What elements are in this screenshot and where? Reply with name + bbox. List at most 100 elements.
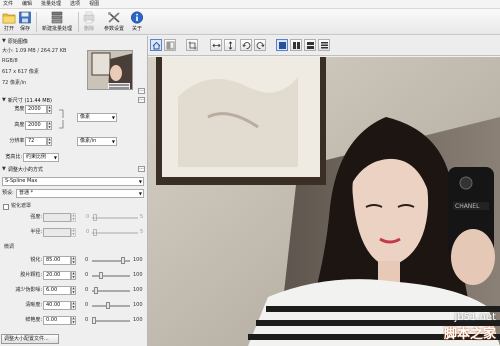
new-size-more-button[interactable]: ... <box>138 97 145 103</box>
fine-tune-slider-thumb[interactable] <box>120 257 125 264</box>
info-icon <box>130 11 144 24</box>
fine-tune-row: 鲜艳度: 0.00 ▲ ▼ 0 100 <box>0 315 147 326</box>
settings-button[interactable]: 参数设置 <box>100 10 128 34</box>
chevron-down-icon: ▼ <box>138 179 142 184</box>
watermark-site: 脚本之家 <box>443 327 496 342</box>
fine-tune-slider-thumb[interactable] <box>92 317 96 324</box>
fine-tune-max: 100 <box>133 287 143 293</box>
save-button[interactable]: 保存 <box>18 10 32 34</box>
radius-input[interactable] <box>43 228 71 237</box>
fine-tune-input[interactable]: 20.00 <box>43 271 71 280</box>
fine-tune-max: 100 <box>133 272 143 278</box>
fine-tune-label: 胶片颗粒: <box>20 272 42 278</box>
height-input[interactable]: 2000 <box>25 121 47 130</box>
fine-tune-spinner[interactable]: ▲ ▼ <box>71 301 76 310</box>
about-button[interactable]: 关于 <box>130 10 144 34</box>
fine-tune-slider-track[interactable] <box>92 320 130 322</box>
strength-slider-thumb[interactable] <box>93 214 97 221</box>
height-spinner[interactable]: ▲ ▼ <box>47 121 52 130</box>
side-by-side-button[interactable] <box>290 39 302 51</box>
fine-tune-row: 锐化: 85.00 ▲ ▼ 0 100 <box>0 255 147 266</box>
preset-label: 预设: <box>2 190 14 196</box>
menu-batch[interactable]: 批量处理 <box>41 0 61 9</box>
compare-view-button[interactable] <box>164 39 176 51</box>
aspect-value: 约束比例 <box>26 154 47 160</box>
original-image-title: 原始图像 <box>7 38 28 45</box>
home-view-button[interactable] <box>150 39 162 51</box>
rotate-right-button[interactable] <box>254 39 266 51</box>
resolution-spinner[interactable]: ▲ ▼ <box>47 137 52 146</box>
fine-tune-slider-thumb[interactable] <box>105 302 110 309</box>
original-thumbnail[interactable] <box>87 50 133 90</box>
flip-horizontal-icon <box>211 43 221 47</box>
size-unit-select[interactable]: 像素 ▼ <box>77 113 117 122</box>
open-button[interactable]: 打开 <box>2 10 16 34</box>
fine-tune-spinner[interactable]: ▲ ▼ <box>71 316 76 325</box>
new-batch-label: 新建批量处理 <box>41 26 72 32</box>
original-image-header[interactable]: ▼ 原始图像 <box>0 37 147 45</box>
radius-slider-track[interactable] <box>92 232 138 234</box>
fine-tune-spinner[interactable]: ▲ ▼ <box>71 271 76 280</box>
resolution-unit-select[interactable]: 像素/in ▼ <box>77 137 117 146</box>
width-input[interactable]: 2000 <box>25 105 47 114</box>
settings-label: 参数设置 <box>103 26 124 32</box>
resize-profile-button[interactable]: 调整大小配置文件... <box>1 334 59 344</box>
strength-spinner[interactable]: ▲ ▼ <box>71 213 76 222</box>
fine-tune-input[interactable]: 6.00 <box>43 286 71 295</box>
fine-tune-max: 100 <box>133 317 143 323</box>
fine-tune-slider-track[interactable] <box>92 275 130 277</box>
aspect-select[interactable]: 约束比例 ▼ <box>23 153 59 162</box>
stacked-view-button[interactable] <box>304 39 316 51</box>
radius-min: 0 <box>86 229 90 235</box>
new-batch-button[interactable]: 新建批量处理 <box>41 10 73 34</box>
fine-tune-spinner[interactable]: ▲ ▼ <box>71 256 76 265</box>
flip-horizontal-button[interactable] <box>210 39 222 51</box>
resolution-input[interactable]: 72 <box>25 137 47 146</box>
crop-button[interactable] <box>186 39 198 51</box>
fine-tune-slider-thumb[interactable] <box>98 272 103 279</box>
toolbar-separator <box>36 12 37 32</box>
quad-view-button[interactable] <box>318 39 330 51</box>
fine-tune-slider-track[interactable] <box>92 305 130 307</box>
fine-tune-input[interactable]: 85.00 <box>43 256 71 265</box>
rotate-left-button[interactable] <box>240 39 252 51</box>
flip-vertical-button[interactable] <box>224 39 236 51</box>
strength-input[interactable] <box>43 213 71 222</box>
original-more-button[interactable]: ... <box>138 88 145 94</box>
method-select[interactable]: S-Spline Max ▼ <box>2 177 144 186</box>
home-icon <box>152 41 160 49</box>
watermark-url: jb51.net <box>454 312 496 323</box>
fine-tune-min: 0 <box>85 317 89 323</box>
fine-tune-input[interactable]: 0.00 <box>43 316 71 325</box>
chevron-down-icon: ▼ <box>111 115 115 120</box>
radius-slider-thumb[interactable] <box>93 229 97 236</box>
about-label: 关于 <box>131 26 142 32</box>
fine-tune-row: 减少伪影噪: 6.00 ▲ ▼ 0 100 <box>0 285 147 296</box>
single-view-button[interactable] <box>276 39 288 51</box>
width-spinner[interactable]: ▲ ▼ <box>47 105 52 114</box>
sharpen-mask-checkbox[interactable] <box>3 204 9 210</box>
new-size-header[interactable]: ▼ 新尺寸 (11.44 MB) <box>0 96 147 104</box>
menu-view[interactable]: 视图 <box>89 0 99 9</box>
preset-value: 普通 * <box>19 190 34 196</box>
menu-options[interactable]: 选项 <box>70 0 80 9</box>
fine-tune-row: 清晰度: 40.00 ▲ ▼ 0 100 <box>0 300 147 311</box>
rotate-right-icon <box>256 41 265 49</box>
preset-select[interactable]: 普通 * ▼ <box>16 189 144 198</box>
fine-tune-input[interactable]: 40.00 <box>43 301 71 310</box>
fine-tune-min: 0 <box>85 272 89 278</box>
resize-method-header[interactable]: ▼ 调整大小的方式 <box>0 165 147 173</box>
fine-tune-min: 0 <box>85 287 89 293</box>
height-row: 高度: 2000 ▲ ▼ <box>0 120 147 131</box>
fine-tune-slider-thumb[interactable] <box>94 287 99 294</box>
delete-button[interactable]: 删除 <box>82 10 96 34</box>
chain-link-icon[interactable] <box>58 108 65 130</box>
radius-spinner[interactable]: ▲ ▼ <box>71 228 76 237</box>
fine-tune-spinner[interactable]: ▲ ▼ <box>71 286 76 295</box>
strength-slider-track[interactable] <box>92 217 138 219</box>
image-preview[interactable]: CHANEL jb51.net 脚本之家 <box>148 57 500 346</box>
method-more-button[interactable]: ... <box>138 166 145 172</box>
menu-bar: 文件 编辑 批量处理 选项 视图 <box>0 0 500 9</box>
menu-file[interactable]: 文件 <box>3 0 13 9</box>
menu-edit[interactable]: 编辑 <box>22 0 32 9</box>
